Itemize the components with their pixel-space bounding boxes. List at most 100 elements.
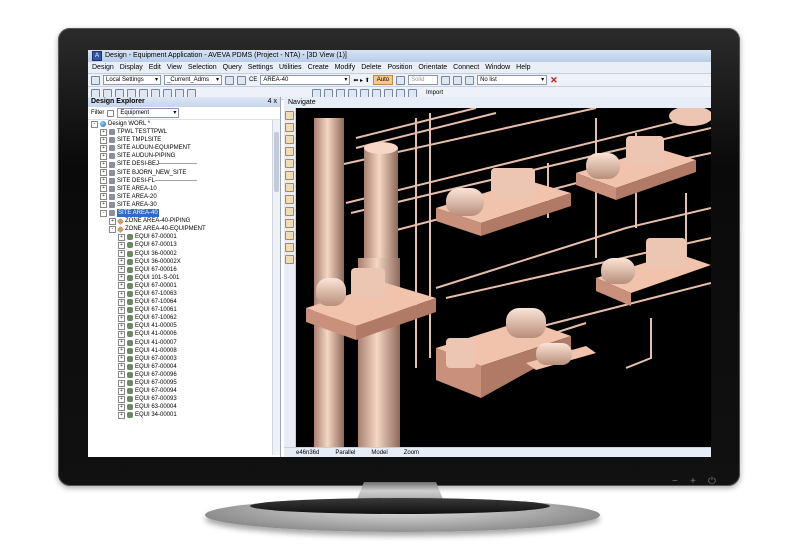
walk-icon[interactable]: [285, 111, 294, 120]
menu-item[interactable]: Window: [485, 62, 510, 73]
expand-icon[interactable]: +: [118, 298, 125, 306]
expand-icon[interactable]: +: [100, 169, 107, 177]
tree-row[interactable]: + EQUI 67-10063: [88, 290, 272, 298]
close-x-icon[interactable]: ✕: [550, 76, 558, 85]
menu-item[interactable]: Orientate: [418, 62, 447, 73]
fit-icon[interactable]: [285, 171, 294, 180]
expand-icon[interactable]: +: [100, 185, 107, 193]
scrollbar-thumb[interactable]: [274, 132, 279, 192]
panel-pin-close[interactable]: 4 x: [268, 97, 280, 107]
tree-row[interactable]: + EQUI 67-10061: [88, 306, 272, 314]
expand-icon[interactable]: +: [100, 201, 107, 209]
tree-row[interactable]: + ZONE AREA-40-PIPING: [88, 217, 272, 225]
save-icon[interactable]: [441, 75, 451, 85]
expand-icon[interactable]: +: [100, 144, 107, 152]
tree-row[interactable]: + SITE AREA-10: [88, 185, 272, 193]
tree-row[interactable]: + EQUI 67-00004: [88, 363, 272, 371]
expand-icon[interactable]: +: [100, 128, 107, 136]
expand-icon[interactable]: +: [118, 314, 125, 322]
menu-item[interactable]: Delete: [361, 62, 381, 73]
menu-item[interactable]: View: [167, 62, 182, 73]
rotate-icon[interactable]: [285, 147, 294, 156]
expand-icon[interactable]: +: [118, 282, 125, 290]
collapse-icon[interactable]: -: [100, 209, 107, 217]
solid-combo[interactable]: Solid: [408, 75, 439, 85]
expand-icon[interactable]: +: [118, 363, 125, 371]
tree-row[interactable]: + EQUI 36-00002X: [88, 258, 272, 266]
ce-combo[interactable]: AREA-40 ▾: [260, 75, 351, 85]
iso-view-icon[interactable]: [285, 183, 294, 192]
expand-icon[interactable]: +: [100, 136, 107, 144]
tree-row[interactable]: + EQUI 41-00006: [88, 330, 272, 338]
tree-row[interactable]: + EQUI 67-00013: [88, 241, 272, 249]
expand-icon[interactable]: +: [118, 241, 125, 249]
render-icon[interactable]: [285, 231, 294, 240]
menu-item[interactable]: Modify: [335, 62, 356, 73]
expand-icon[interactable]: +: [118, 266, 125, 274]
expand-icon[interactable]: +: [118, 403, 125, 411]
tree-row[interactable]: + SITE DESI-FL---------------------: [88, 177, 272, 185]
bezel-minus-icon[interactable]: −: [672, 476, 678, 487]
tree-row[interactable]: + EQUI 67-10062: [88, 314, 272, 322]
expand-icon[interactable]: +: [100, 177, 107, 185]
expand-icon[interactable]: +: [118, 339, 125, 347]
tree-row[interactable]: + EQUI 101-S-001: [88, 274, 272, 282]
tree-row[interactable]: + EQUI 41-00005: [88, 322, 272, 330]
pan-icon[interactable]: [285, 135, 294, 144]
expand-icon[interactable]: +: [118, 355, 125, 363]
tree-row[interactable]: + SITE DESI-BEJ-------------------: [88, 160, 272, 169]
expand-icon[interactable]: +: [118, 371, 125, 379]
expand-icon[interactable]: +: [118, 387, 125, 395]
expand-icon[interactable]: +: [118, 395, 125, 403]
tree-row[interactable]: + EQUI 41-00008: [88, 347, 272, 355]
tree-row[interactable]: + EQUI 67-00003: [88, 355, 272, 363]
settings-combo[interactable]: Local Settings ▾: [103, 75, 161, 85]
menu-item[interactable]: Selection: [188, 62, 217, 73]
menu-item[interactable]: Connect: [453, 62, 479, 73]
tree-row[interactable]: + SITE AREA-20: [88, 193, 272, 201]
app-menu-icon[interactable]: [91, 75, 100, 85]
tree-row[interactable]: + TPWL TESTTPWL: [88, 128, 272, 136]
layout-icon[interactable]: [465, 75, 475, 85]
expand-icon[interactable]: +: [118, 330, 125, 338]
expand-icon[interactable]: +: [118, 250, 125, 258]
zoom-box-icon[interactable]: [285, 159, 294, 168]
light-icon[interactable]: [285, 219, 294, 228]
filter-checkbox[interactable]: [107, 109, 115, 117]
tree-row[interactable]: + SITE TMPLSITE: [88, 136, 272, 144]
menu-item[interactable]: Edit: [149, 62, 161, 73]
tree-row[interactable]: + EQUI 67-00016: [88, 266, 272, 274]
tree-row[interactable]: + SITE AUDUN-EQUIPMENT: [88, 144, 272, 152]
tree-row[interactable]: - Design WORL *: [88, 120, 272, 128]
tree-row[interactable]: + EQUI 67-00095: [88, 379, 272, 387]
tree-row[interactable]: + SITE AUDUN-PIPING: [88, 152, 272, 160]
menu-item[interactable]: Create: [308, 62, 329, 73]
tree-row[interactable]: + EQUI 41-00007: [88, 339, 272, 347]
tree-row[interactable]: + EQUI 67-10064: [88, 298, 272, 306]
tree-row[interactable]: - ZONE AREA-40-EQUIPMENT: [88, 225, 272, 233]
3d-viewport[interactable]: [296, 108, 711, 447]
expand-icon[interactable]: +: [109, 217, 116, 225]
menu-item[interactable]: Display: [120, 62, 143, 73]
expand-icon[interactable]: +: [100, 152, 107, 160]
expand-icon[interactable]: +: [118, 290, 125, 298]
tree-row[interactable]: + EQUI 67-00094: [88, 387, 272, 395]
tree-row[interactable]: - SITE AREA-40: [88, 209, 272, 218]
bezel-plus-icon[interactable]: +: [690, 476, 696, 487]
menu-item[interactable]: Help: [516, 62, 530, 73]
tree-row[interactable]: + EQUI 67-00096: [88, 371, 272, 379]
tool-icon[interactable]: [237, 75, 246, 85]
explorer-scrollbar[interactable]: [272, 120, 280, 455]
nav-arrows-icon[interactable]: ⬅ ▸ ⬆: [353, 77, 369, 84]
expand-icon[interactable]: +: [118, 322, 125, 330]
tree-row[interactable]: + SITE BJORN_NEW_SITE: [88, 169, 272, 177]
auto-button[interactable]: Auto: [372, 75, 394, 85]
plan-view-icon[interactable]: [285, 195, 294, 204]
binoculars-icon[interactable]: [225, 75, 234, 85]
menu-item[interactable]: Utilities: [279, 62, 302, 73]
mdb-combo[interactable]: _Current_Adms ▾: [164, 75, 222, 85]
expand-icon[interactable]: +: [118, 411, 125, 419]
tree-row[interactable]: + EQUI 67-00001: [88, 282, 272, 290]
menu-item[interactable]: Settings: [248, 62, 273, 73]
expand-icon[interactable]: +: [118, 306, 125, 314]
